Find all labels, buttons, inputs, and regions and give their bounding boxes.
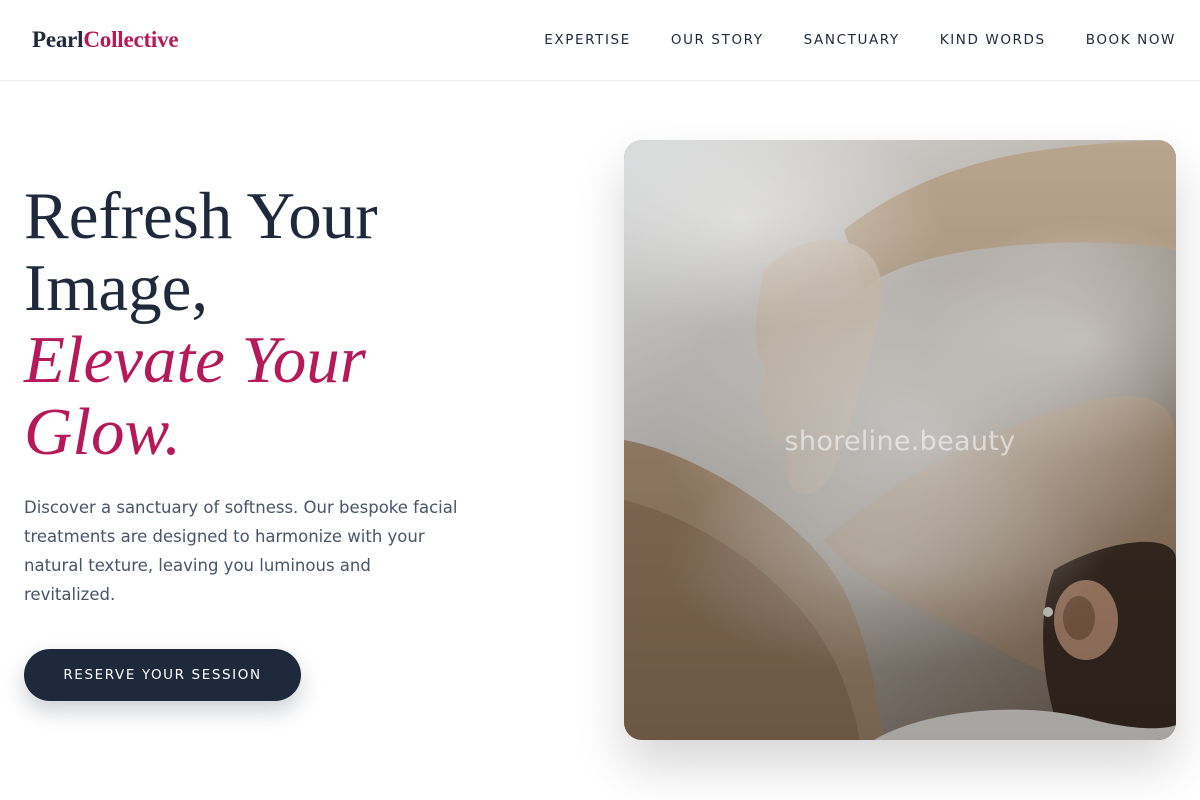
nav-link-book-now[interactable]: BOOK NOW [1086,31,1176,49]
site-header: PearlCollective EXPERTISE OUR STORY SANC… [0,0,1200,81]
hero-heading-accent-line-1: Elevate Your [24,323,366,397]
nav-link-expertise[interactable]: EXPERTISE [544,31,631,49]
hero-heading-line-1: Refresh Your [24,179,378,253]
brand-logo[interactable]: PearlCollective [32,27,179,53]
reserve-session-button[interactable]: RESERVE YOUR SESSION [24,649,301,701]
hero-heading-line-2: Image, [24,251,209,325]
nav-link-sanctuary[interactable]: SANCTUARY [804,31,900,49]
image-watermark: shoreline.beauty [784,426,1016,457]
hero-heading-accent-line-2: Glow. [24,395,181,469]
nav-link-our-story[interactable]: OUR STORY [671,31,764,49]
logo-word-pearl: Pearl [32,27,84,52]
hero-heading: Refresh Your Image, Elevate Your Glow. [24,180,544,468]
logo-word-collective: Collective [83,27,179,52]
hero-image: shoreline.beauty [624,140,1176,740]
nav-link-kind-words[interactable]: KIND WORDS [940,31,1046,49]
hero-description: Discover a sanctuary of softness. Our be… [24,498,458,604]
main-nav: EXPERTISE OUR STORY SANCTUARY KIND WORDS… [544,31,1176,49]
